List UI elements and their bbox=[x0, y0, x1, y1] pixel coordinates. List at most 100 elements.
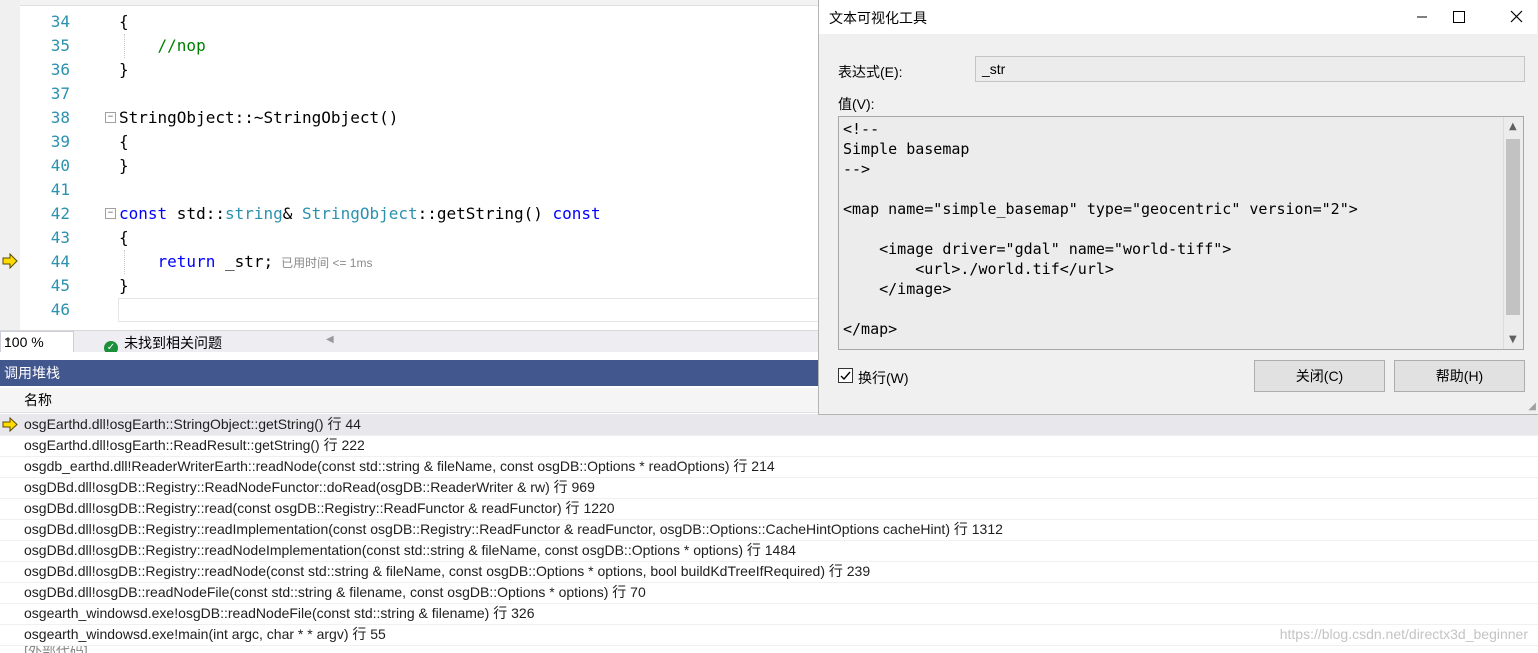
code-token: string bbox=[224, 204, 283, 223]
value-scrollbar[interactable]: ▲ ▼ bbox=[1503, 117, 1523, 349]
value-label: 值(V): bbox=[838, 96, 875, 112]
scrollbar-thumb[interactable] bbox=[1506, 139, 1520, 315]
close-icon[interactable] bbox=[1491, 0, 1538, 34]
code-line[interactable]: 35 //nop bbox=[0, 34, 820, 58]
call-stack-row[interactable]: osgEarthd.dll!osgEarth::ReadResult::getS… bbox=[0, 435, 1538, 457]
expression-label: 表达式(E): bbox=[838, 64, 903, 80]
code-text[interactable]: } bbox=[119, 274, 129, 298]
call-stack-row[interactable]: osgearth_windowsd.exe!osgDB::readNodeFil… bbox=[0, 603, 1538, 625]
call-stack-frame-text: osgdb_earthd.dll!ReaderWriterEarth::read… bbox=[24, 458, 775, 474]
code-line[interactable]: 44 return _str; 已用时间 <= 1ms bbox=[0, 250, 820, 274]
line-number: 36 bbox=[50, 60, 70, 79]
line-number: 41 bbox=[50, 180, 70, 199]
call-stack-frame-text: osgEarthd.dll!osgEarth::ReadResult::getS… bbox=[24, 437, 365, 453]
editor-status-bar: 100 % ▼ ✓ 未找到相关问题 ◀ bbox=[0, 330, 820, 355]
resize-grip-icon[interactable]: ◢ bbox=[1528, 401, 1536, 412]
call-stack-row[interactable]: osgDBd.dll!osgDB::readNodeFile(const std… bbox=[0, 582, 1538, 604]
call-stack-row[interactable]: osgDBd.dll!osgDB::Registry::readNode(con… bbox=[0, 561, 1538, 583]
code-line[interactable]: 40} bbox=[0, 154, 820, 178]
code-token: { bbox=[119, 12, 129, 31]
line-number: 46 bbox=[50, 300, 70, 319]
code-line[interactable]: 36} bbox=[0, 58, 820, 82]
code-text[interactable]: } bbox=[119, 154, 129, 178]
wrap-label[interactable]: 换行(W) bbox=[858, 368, 909, 388]
code-token: { bbox=[119, 132, 129, 151]
call-stack-row[interactable]: osgDBd.dll!osgDB::Registry::read(const o… bbox=[0, 498, 1538, 520]
code-token: & bbox=[282, 204, 303, 223]
text-visualizer-dialog: 文本可视化工具 表达式(E): _str 值(V): <!-- Simple b… bbox=[818, 0, 1538, 415]
code-text[interactable]: const std::string& StringObject::getStri… bbox=[119, 202, 601, 226]
column-name-header[interactable]: 名称 bbox=[24, 388, 52, 412]
code-token: _str; bbox=[215, 252, 274, 271]
line-number: 44 bbox=[50, 252, 70, 271]
code-line[interactable]: 43 { bbox=[0, 226, 820, 250]
code-text[interactable]: StringObject::~StringObject() bbox=[119, 106, 398, 130]
code-text[interactable]: { bbox=[119, 10, 129, 34]
code-line[interactable]: 39 { bbox=[0, 130, 820, 154]
call-stack-row[interactable]: osgDBd.dll!osgDB::Registry::readImplemen… bbox=[0, 519, 1538, 541]
call-stack-row[interactable]: osgdb_earthd.dll!ReaderWriterEarth::read… bbox=[0, 456, 1538, 478]
call-stack-row[interactable]: osgDBd.dll!osgDB::Registry::ReadNodeFunc… bbox=[0, 477, 1538, 499]
editor-top-edge bbox=[0, 0, 820, 6]
code-text[interactable]: { bbox=[119, 226, 129, 250]
dialog-titlebar[interactable]: 文本可视化工具 bbox=[819, 0, 1537, 34]
call-stack-frame-text: osgearth_windowsd.exe!osgDB::readNodeFil… bbox=[24, 605, 535, 621]
code-token: ::getString() bbox=[417, 204, 553, 223]
code-token: std:: bbox=[167, 204, 225, 223]
code-token: } bbox=[119, 276, 129, 295]
expression-field[interactable]: _str bbox=[975, 56, 1525, 82]
code-line[interactable]: 38 − StringObject::~StringObject() bbox=[0, 106, 820, 130]
watermark-text: https://blog.csdn.net/directx3d_beginner bbox=[1279, 626, 1528, 642]
help-button[interactable]: 帮助(H) bbox=[1394, 360, 1525, 392]
line-number: 39 bbox=[50, 132, 70, 151]
call-stack-frame-text: osgDBd.dll!osgDB::Registry::read(const o… bbox=[24, 500, 615, 516]
line-number: 43 bbox=[50, 228, 70, 247]
call-stack-row[interactable]: osgDBd.dll!osgDB::Registry::readNodeImpl… bbox=[0, 540, 1538, 562]
scroll-left-icon[interactable]: ◀ bbox=[326, 334, 334, 345]
current-frame-arrow-icon bbox=[2, 417, 18, 432]
code-line[interactable]: 34 { bbox=[0, 10, 820, 34]
zoom-dropdown[interactable]: 100 % ▼ bbox=[0, 331, 74, 353]
scroll-up-icon[interactable]: ▲ bbox=[1509, 121, 1517, 132]
code-text[interactable]: } bbox=[119, 58, 129, 82]
code-token: } bbox=[119, 60, 129, 79]
collapse-icon[interactable]: − bbox=[105, 112, 116, 123]
checkmark-icon bbox=[840, 371, 851, 381]
code-text[interactable]: //nop bbox=[119, 34, 206, 58]
code-token: return bbox=[157, 252, 216, 271]
code-text[interactable]: return _str; 已用时间 <= 1ms bbox=[119, 250, 373, 275]
line-number: 38 bbox=[50, 108, 70, 127]
code-token: const bbox=[119, 204, 168, 223]
value-textarea[interactable]: <!-- Simple basemap --> <map name="simpl… bbox=[838, 116, 1524, 350]
code-token: } bbox=[119, 156, 129, 175]
maximize-icon[interactable] bbox=[1433, 0, 1483, 34]
code-line[interactable]: 41 bbox=[0, 178, 820, 202]
line-number: 45 bbox=[50, 276, 70, 295]
code-token: const bbox=[552, 204, 601, 223]
code-token: StringObject::~StringObject() bbox=[119, 108, 399, 127]
call-stack-frame-text: osgDBd.dll!osgDB::Registry::readImplemen… bbox=[24, 521, 1003, 537]
close-button[interactable]: 关闭(C) bbox=[1254, 360, 1385, 392]
call-stack-frame-text: osgDBd.dll!osgDB::readNodeFile(const std… bbox=[24, 584, 646, 600]
call-stack-row[interactable]: osgEarthd.dll!osgEarth::StringObject::ge… bbox=[0, 414, 1538, 436]
external-code-row[interactable]: [外部代码] bbox=[24, 646, 88, 653]
code-editor[interactable]: 34{35 //nop 36} 37 38− StringObject::~String… bbox=[0, 0, 820, 330]
line-number: 42 bbox=[50, 204, 70, 223]
code-line[interactable]: 45} bbox=[0, 274, 820, 298]
value-text[interactable]: <!-- Simple basemap --> <map name="simpl… bbox=[843, 119, 1503, 347]
dialog-title: 文本可视化工具 bbox=[829, 10, 927, 26]
issues-text: 未找到相关问题 bbox=[124, 335, 222, 351]
execution-pointer-icon bbox=[2, 253, 18, 269]
line-number: 40 bbox=[50, 156, 70, 175]
code-text[interactable]: { bbox=[119, 130, 129, 154]
wrap-checkbox[interactable] bbox=[838, 368, 853, 383]
scroll-down-icon[interactable]: ▼ bbox=[1509, 334, 1517, 345]
code-line[interactable]: 42 − const std::string& StringObject::getS… bbox=[0, 202, 820, 226]
call-stack-frame-text: osgDBd.dll!osgDB::Registry::readNode(con… bbox=[24, 563, 871, 579]
collapse-icon[interactable]: − bbox=[105, 208, 116, 219]
line-number: 37 bbox=[50, 84, 70, 103]
code-line[interactable]: 37 bbox=[0, 82, 820, 106]
perf-tip[interactable]: 已用时间 <= 1ms bbox=[281, 256, 372, 270]
